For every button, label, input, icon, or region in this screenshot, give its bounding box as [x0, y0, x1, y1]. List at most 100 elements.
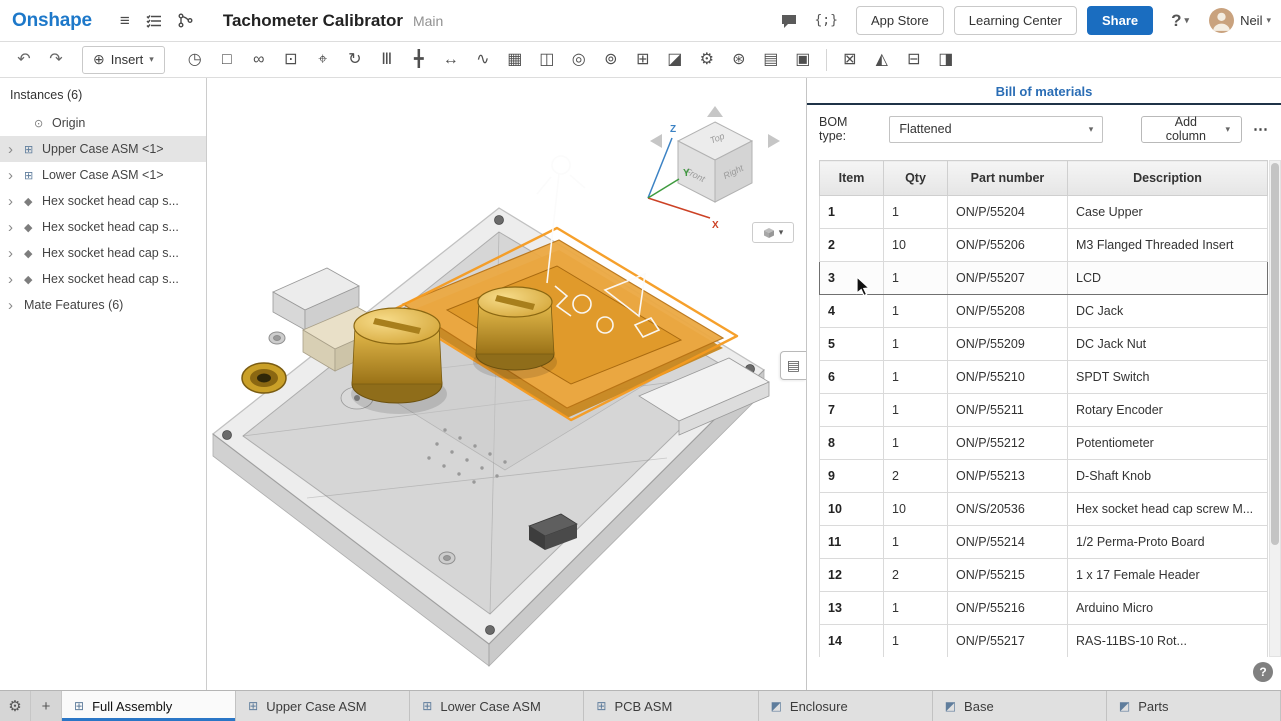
learning-center-button[interactable]: Learning Center: [954, 6, 1077, 35]
tree-item[interactable]: ›Mate Features (6): [0, 292, 206, 318]
onshape-logo[interactable]: Onshape: [12, 10, 92, 32]
bom-type-select[interactable]: Flattened ▾: [889, 116, 1103, 143]
tree-item[interactable]: ⊙Origin: [0, 110, 206, 136]
redo-button[interactable]: ↷: [40, 46, 72, 74]
brass-bushing[interactable]: [242, 363, 286, 393]
measure-icon[interactable]: ↔: [435, 46, 467, 74]
move-tool-icon[interactable]: ╋: [403, 46, 435, 74]
document-panel-icon[interactable]: [138, 10, 170, 32]
select-region-icon[interactable]: ▦: [499, 46, 531, 74]
knob-left[interactable]: [351, 308, 447, 414]
bom-row[interactable]: 81ON/P/55212Potentiometer: [820, 427, 1268, 460]
mate-relation-icon[interactable]: ⊚: [595, 46, 627, 74]
doc-tab-base[interactable]: ◩Base: [933, 691, 1107, 721]
comments-icon[interactable]: [772, 9, 806, 33]
bom-row[interactable]: 131ON/P/55216Arduino Micro: [820, 592, 1268, 625]
section-view-icon[interactable]: ◪: [659, 46, 691, 74]
rotate-right-arrow[interactable]: [768, 134, 780, 148]
doc-tab-enclosure[interactable]: ◩Enclosure: [759, 691, 933, 721]
add-column-button[interactable]: Add column ▾: [1141, 116, 1242, 143]
snap-mode-icon[interactable]: ∿: [467, 46, 499, 74]
col-header-part-number[interactable]: Part number: [948, 161, 1068, 196]
knob-right[interactable]: [473, 287, 557, 379]
bom-row[interactable]: 71ON/P/55211Rotary Encoder: [820, 394, 1268, 427]
tab-settings-button[interactable]: ⚙: [0, 691, 31, 721]
bom-row[interactable]: 111ON/P/552141/2 Perma-Proto Board: [820, 526, 1268, 559]
view-options-button[interactable]: ▾: [752, 222, 794, 243]
avatar[interactable]: [1209, 8, 1234, 33]
bom-scrollbar[interactable]: [1269, 160, 1281, 657]
rotate-left-arrow[interactable]: [650, 134, 662, 148]
drawing-icon[interactable]: ◭: [866, 46, 898, 74]
bom-row[interactable]: 92ON/P/55213D-Shaft Knob: [820, 460, 1268, 493]
tree-item[interactable]: ›◆Hex socket head cap s...: [0, 214, 206, 240]
chevron-right-icon[interactable]: ›: [8, 220, 24, 235]
help-button[interactable]: ?: [1253, 662, 1273, 682]
featurescript-icon[interactable]: {;}: [806, 10, 845, 31]
doc-tab-pcb-asm[interactable]: ⊞PCB ASM: [584, 691, 758, 721]
bom-table-icon[interactable]: ⊞: [627, 46, 659, 74]
doc-tab-lower-case-asm[interactable]: ⊞Lower Case ASM: [410, 691, 584, 721]
share-button[interactable]: Share: [1087, 6, 1153, 35]
mate-icon[interactable]: ∞: [243, 46, 275, 74]
sheet-metal-icon[interactable]: ⊟: [898, 46, 930, 74]
chevron-right-icon[interactable]: ›: [8, 168, 24, 183]
overflow-menu-button[interactable]: ⋯: [1253, 120, 1269, 138]
workspace-name[interactable]: Main: [413, 13, 443, 29]
chevron-right-icon[interactable]: ›: [8, 194, 24, 209]
replicate-icon[interactable]: ◫: [531, 46, 563, 74]
help-menu-button[interactable]: ? ▾: [1163, 8, 1197, 33]
tree-item[interactable]: ›⊞Upper Case ASM <1>: [0, 136, 206, 162]
tree-item[interactable]: ›◆Hex socket head cap s...: [0, 240, 206, 266]
bom-flyout-toggle[interactable]: ▤: [780, 351, 806, 380]
assembly-model[interactable]: [213, 156, 769, 666]
revert-icon[interactable]: ◷: [179, 46, 211, 74]
chevron-right-icon[interactable]: ›: [8, 298, 24, 313]
insert-part-icon[interactable]: □: [211, 46, 243, 74]
scrollbar-thumb[interactable]: [1271, 163, 1279, 545]
chevron-right-icon[interactable]: ›: [8, 272, 24, 287]
doc-tab-upper-case-asm[interactable]: ⊞Upper Case ASM: [236, 691, 410, 721]
bom-row[interactable]: 41ON/P/55208DC Jack: [820, 295, 1268, 328]
col-header-qty[interactable]: Qty: [884, 161, 948, 196]
tree-item[interactable]: ›⊞Lower Case ASM <1>: [0, 162, 206, 188]
gear-relation-icon[interactable]: ⚙: [691, 46, 723, 74]
col-header-description[interactable]: Description: [1068, 161, 1268, 196]
interference-icon[interactable]: ⊠: [834, 46, 866, 74]
bom-row[interactable]: 1010ON/S/20536Hex socket head cap screw …: [820, 493, 1268, 526]
chevron-right-icon[interactable]: ›: [8, 246, 24, 261]
bom-row[interactable]: 51ON/P/55209DC Jack Nut: [820, 328, 1268, 361]
undo-button[interactable]: ↶: [8, 46, 40, 74]
app-store-button[interactable]: App Store: [856, 6, 944, 35]
tree-item[interactable]: ›◆Hex socket head cap s...: [0, 188, 206, 214]
bom-row[interactable]: 122ON/P/552151 x 17 Female Header: [820, 559, 1268, 592]
render-icon[interactable]: ◨: [930, 46, 962, 74]
bom-row[interactable]: 31ON/P/55207LCD: [820, 262, 1268, 295]
explode-view-icon[interactable]: ⊛: [723, 46, 755, 74]
model-scene[interactable]: Top Front Right Z X Y: [207, 78, 806, 690]
bom-row[interactable]: 61ON/P/55210SPDT Switch: [820, 361, 1268, 394]
user-menu[interactable]: Neil ▾: [1240, 13, 1271, 28]
linear-pattern-icon[interactable]: Ⅲ: [371, 46, 403, 74]
insert-button[interactable]: ⊕ Insert ▾: [82, 46, 165, 74]
view-cube[interactable]: Top Front Right: [650, 106, 780, 202]
bom-row[interactable]: 11ON/P/55204Case Upper: [820, 196, 1268, 229]
tree-item[interactable]: ›◆Hex socket head cap s...: [0, 266, 206, 292]
main-menu-icon[interactable]: ≡: [112, 8, 138, 33]
viewport[interactable]: Top Front Right Z X Y ▾ ▤: [207, 78, 806, 690]
chevron-right-icon[interactable]: ›: [8, 142, 24, 157]
add-tab-button[interactable]: +: [31, 691, 62, 721]
circular-pattern-icon[interactable]: ◎: [563, 46, 595, 74]
bom-row[interactable]: 141ON/P/55217RAS-11BS-10 Rot...: [820, 625, 1268, 658]
mate-connector-icon[interactable]: ⌖: [307, 46, 339, 74]
rotate-up-arrow[interactable]: [707, 106, 723, 117]
named-views-icon[interactable]: ▤: [755, 46, 787, 74]
rotate-tool-icon[interactable]: ↻: [339, 46, 371, 74]
col-header-item[interactable]: Item: [820, 161, 884, 196]
insert-element-icon[interactable]: [170, 9, 201, 32]
group-icon[interactable]: ⊡: [275, 46, 307, 74]
snapshot-icon[interactable]: ▣: [787, 46, 819, 74]
doc-tab-parts[interactable]: ◩Parts: [1107, 691, 1281, 721]
bom-row[interactable]: 210ON/P/55206M3 Flanged Threaded Insert: [820, 229, 1268, 262]
doc-tab-full-assembly[interactable]: ⊞Full Assembly: [62, 691, 236, 721]
